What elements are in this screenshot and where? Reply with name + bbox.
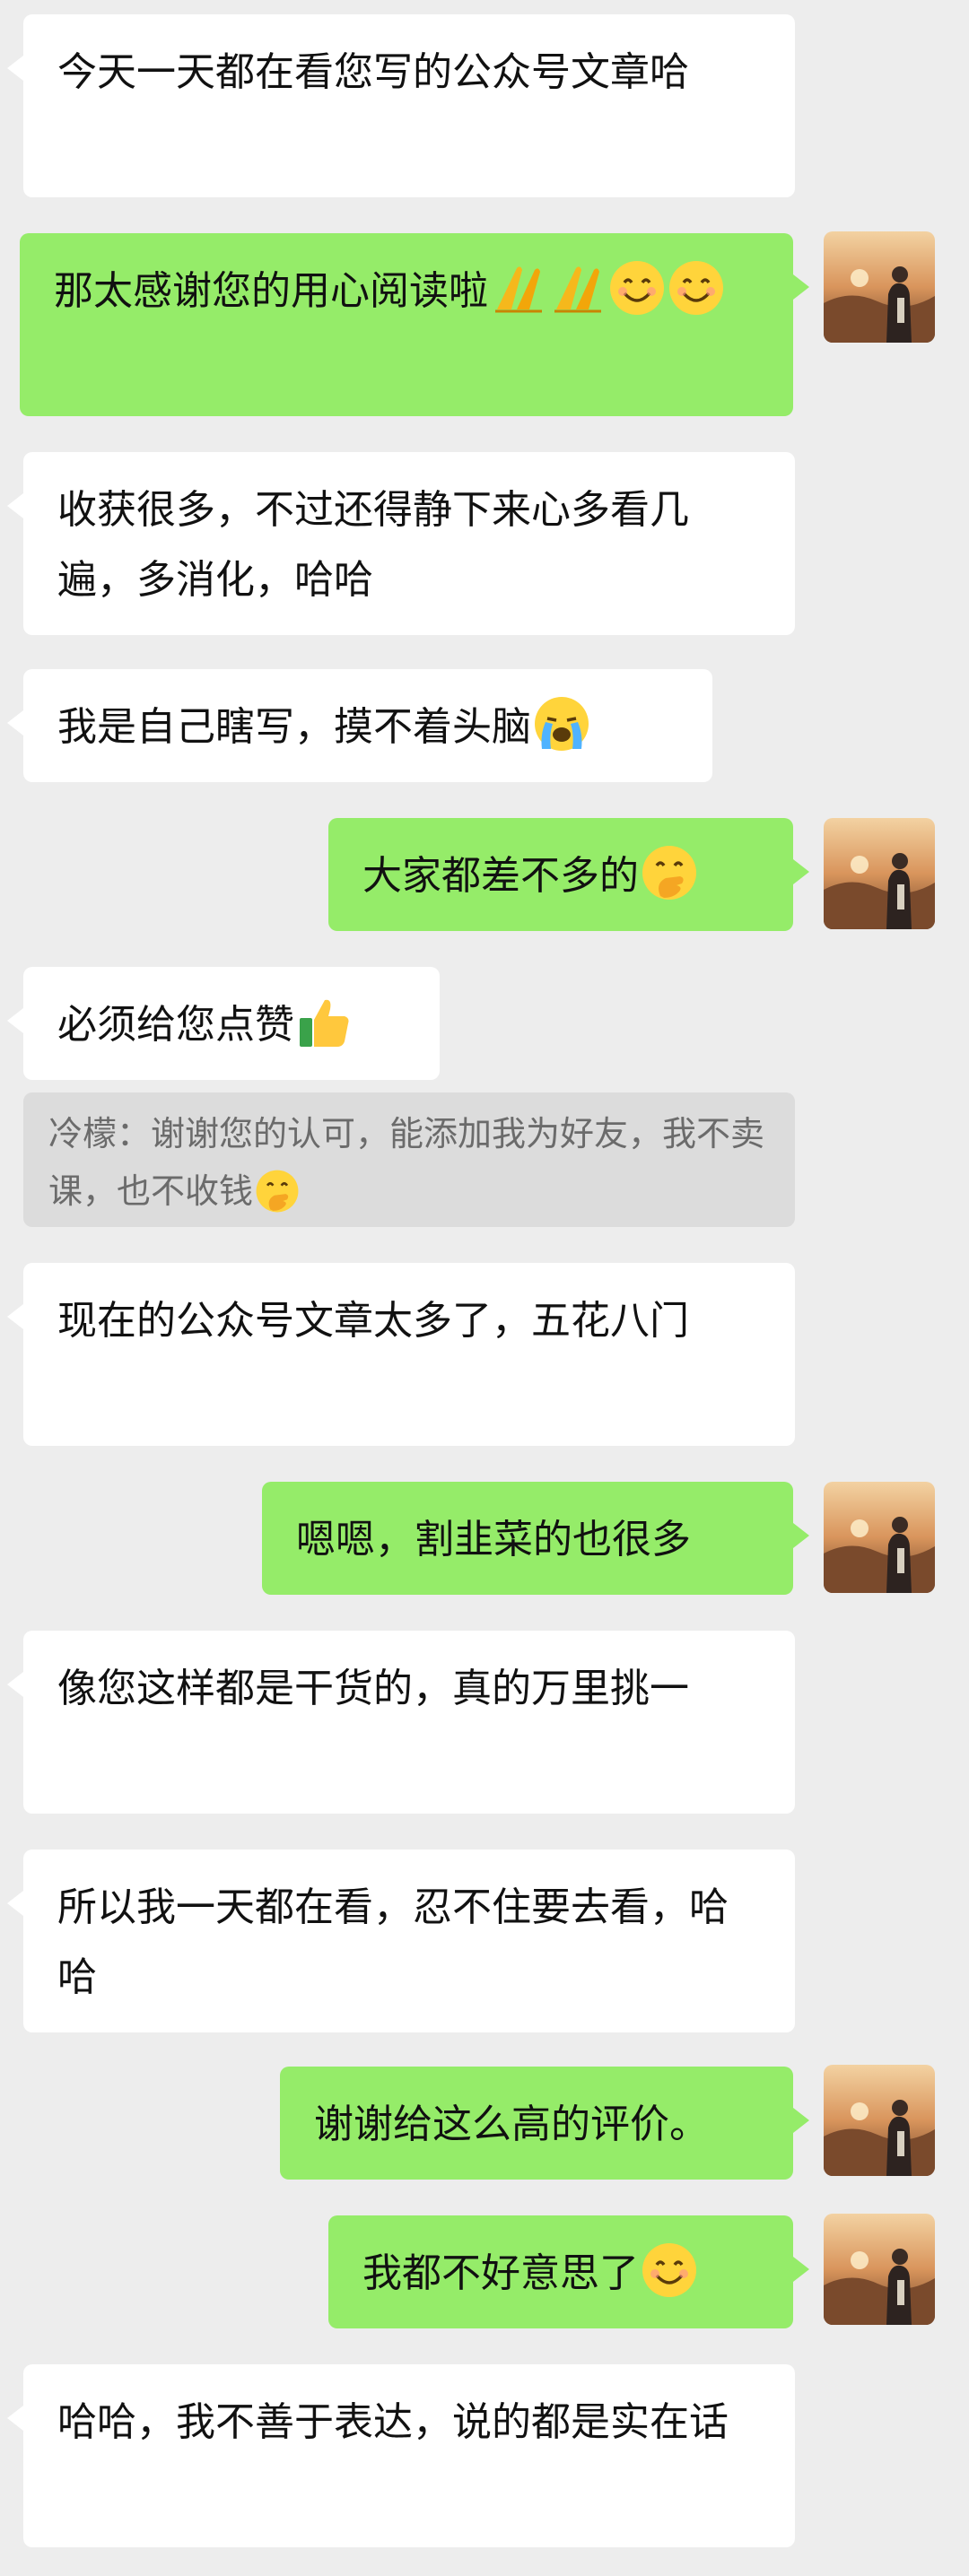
incoming-message-bubble[interactable]: 收获很多，不过还得静下来心多看几遍，多消化，哈哈 bbox=[7, 452, 795, 635]
message-text: 收获很多，不过还得静下来心多看几遍，多消化，哈哈 bbox=[57, 487, 689, 603]
message-text: 大家都差不多的 bbox=[362, 853, 639, 899]
quoted-reply[interactable]: 冷檬：谢谢您的认可，能添加我为好友，我不卖课，也不收钱 bbox=[23, 1092, 795, 1227]
chat-message-list[interactable]: 今天一天都在看您写的公众号文章哈 那太感谢您的用心阅读啦 收获很多，不过还得静下… bbox=[0, 0, 969, 2576]
avatar[interactable] bbox=[824, 2065, 935, 2176]
clap-hands-emoji bbox=[549, 259, 607, 317]
incoming-message-bubble[interactable]: 现在的公众号文章太多了，五花八门 bbox=[7, 1263, 795, 1446]
message-text: 谢谢给这么高的评价。 bbox=[314, 2102, 709, 2147]
outgoing-message-bubble[interactable]: 大家都差不多的 bbox=[328, 818, 809, 931]
message-text: 现在的公众号文章太多了，五花八门 bbox=[57, 1298, 689, 1344]
message-text: 像您这样都是干货的，真的万里挑一 bbox=[57, 1666, 689, 1711]
avatar[interactable] bbox=[824, 818, 935, 929]
message-text: 那太感谢您的用心阅读啦 bbox=[54, 268, 488, 314]
outgoing-message-bubble[interactable]: 那太感谢您的用心阅读啦 bbox=[20, 233, 809, 416]
avatar[interactable] bbox=[824, 1482, 935, 1593]
clap-hands-emoji bbox=[490, 259, 547, 317]
thumbs-up-emoji bbox=[296, 993, 354, 1050]
message-text: 必须给您点赞 bbox=[57, 1002, 294, 1048]
hand-over-mouth-emoji bbox=[641, 844, 698, 901]
incoming-message-bubble[interactable]: 必须给您点赞 bbox=[7, 967, 440, 1080]
loudly-crying-emoji bbox=[533, 695, 590, 753]
incoming-message-bubble[interactable]: 哈哈，我不善于表达，说的都是实在话 bbox=[7, 2364, 795, 2547]
message-text: 所以我一天都在看，忍不住要去看，哈哈 bbox=[57, 1884, 729, 2000]
message-text: 我都不好意思了 bbox=[362, 2250, 639, 2296]
outgoing-message-bubble[interactable]: 我都不好意思了 bbox=[328, 2215, 809, 2328]
quote-author: 冷檬 bbox=[48, 1114, 118, 1153]
message-text: 我是自己瞎写，摸不着头脑 bbox=[57, 704, 531, 750]
smile-emoji bbox=[668, 259, 725, 317]
incoming-message-bubble[interactable]: 像您这样都是干货的，真的万里挑一 bbox=[7, 1631, 795, 1814]
message-text: 今天一天都在看您写的公众号文章哈 bbox=[57, 49, 689, 95]
incoming-message-bubble[interactable]: 所以我一天都在看，忍不住要去看，哈哈 bbox=[7, 1849, 795, 2032]
incoming-message-bubble[interactable]: 我是自己瞎写，摸不着头脑 bbox=[7, 669, 712, 782]
message-text: 哈哈，我不善于表达，说的都是实在话 bbox=[57, 2399, 729, 2445]
outgoing-message-bubble[interactable]: 谢谢给这么高的评价。 bbox=[280, 2067, 809, 2180]
avatar[interactable] bbox=[824, 231, 935, 343]
message-text: 嗯嗯，割韭菜的也很多 bbox=[296, 1517, 691, 1562]
smile-emoji bbox=[641, 2241, 698, 2299]
avatar[interactable] bbox=[824, 2214, 935, 2325]
quote-text: 谢谢您的认可，能添加我为好友，我不卖课，也不收钱 bbox=[48, 1114, 765, 1211]
outgoing-message-bubble[interactable]: 嗯嗯，割韭菜的也很多 bbox=[262, 1482, 809, 1595]
smile-emoji bbox=[608, 259, 666, 317]
incoming-message-bubble[interactable]: 今天一天都在看您写的公众号文章哈 bbox=[7, 14, 795, 197]
hand-over-mouth-emoji bbox=[255, 1169, 300, 1214]
quote-separator: ： bbox=[117, 1114, 152, 1153]
